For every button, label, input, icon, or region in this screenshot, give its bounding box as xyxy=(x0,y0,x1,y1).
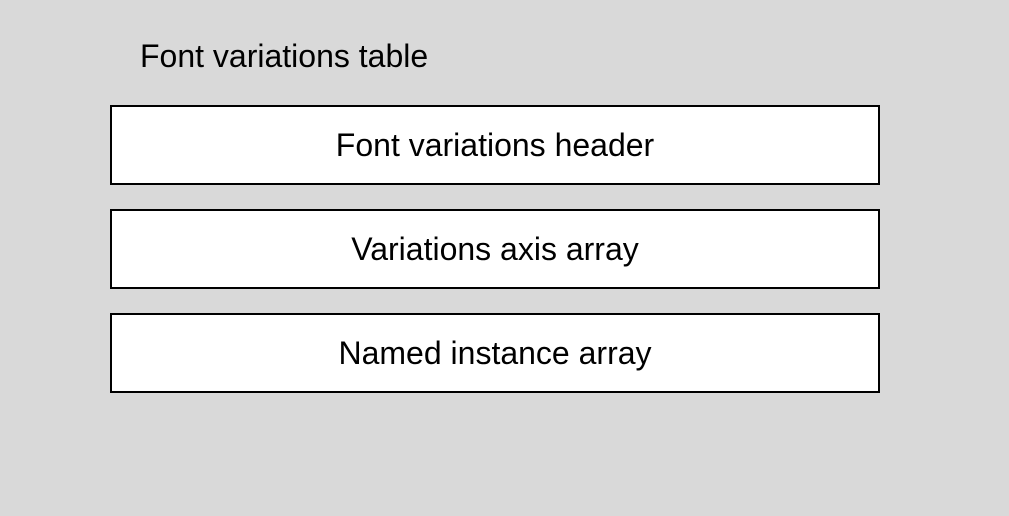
diagram-title: Font variations table xyxy=(140,38,880,75)
diagram-box-header: Font variations header xyxy=(110,105,880,185)
diagram-box-axis-array: Variations axis array xyxy=(110,209,880,289)
diagram-box-instance-array: Named instance array xyxy=(110,313,880,393)
diagram-box-label: Variations axis array xyxy=(351,231,639,268)
diagram-box-label: Font variations header xyxy=(336,127,654,164)
font-variations-diagram: Font variations table Font variations he… xyxy=(110,38,880,393)
diagram-box-label: Named instance array xyxy=(338,335,651,372)
